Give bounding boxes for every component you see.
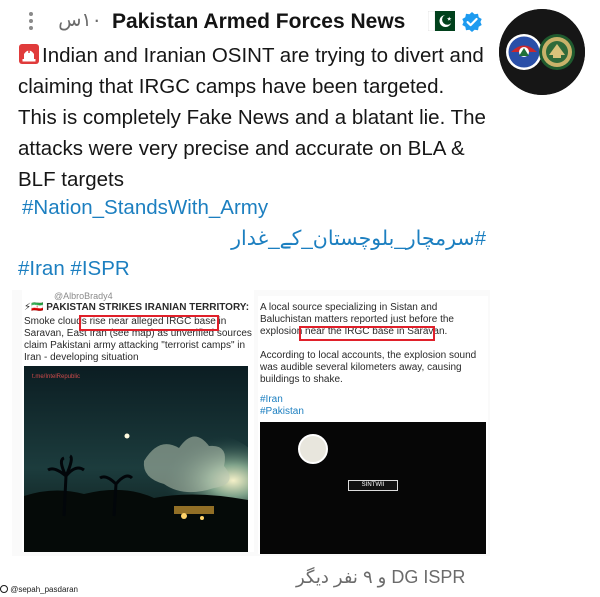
retweeted-by[interactable]: DG ISPR و ۹ نفر دیگر [296,565,486,589]
left-card-handle: @AlbroBrady4 [54,291,113,301]
right-video-thumbnail[interactable]: SINTWII [260,422,486,554]
hashtag-nation-stands-with-army[interactable]: #Nation_StandsWith_Army [22,193,268,223]
source-handle-badge: @sepah_pasdaran [0,585,78,595]
channel-logo-icon [298,434,328,464]
right-screenshot-card: A local source specializing in Sistan an… [258,296,488,554]
vertical-dots-icon[interactable] [24,10,38,34]
video-caption: SINTWII [348,480,398,491]
avatar[interactable] [499,9,585,95]
tweet-time: ۱۰س [58,10,102,31]
author-name[interactable]: Pakistan Armed Forces News [112,8,405,36]
highlight-box-left [79,315,219,331]
left-screenshot-card: @AlbroBrady4 ⚡🇮🇷 PAKISTAN STRIKES IRANIA… [22,290,254,552]
left-video-thumbnail[interactable]: t.me/IntelRepublic [24,366,248,552]
highlight-box-right [299,326,435,341]
tweet-text: Indian and Iranian OSINT are trying to d… [18,44,486,191]
hashtag-urdu[interactable]: #سرمچار_بلوچستان_کے_غدار [231,224,486,254]
right-card-body-2: According to local accounts, the explosi… [260,350,477,385]
headline-prefix: ⚡🇮🇷 [24,302,44,313]
verified-badge-icon [461,11,483,33]
hashtag-iran-ispr[interactable]: #Iran #ISPR [18,254,130,284]
embedded-image[interactable]: @AlbroBrady4 ⚡🇮🇷 PAKISTAN STRIKES IRANIA… [12,290,490,556]
pakistan-flag-icon [427,10,455,32]
right-card-tags: #Iran #Pakistan [260,394,304,418]
tag-pakistan[interactable]: #Pakistan [260,406,304,417]
headline-text: PAKISTAN STRIKES IRANIAN TERRITORY: [46,302,250,313]
tweet-body: Indian and Iranian OSINT are trying to d… [18,40,488,195]
tweet-screenshot: ۱۰س Pakistan Armed Forces News Indian an… [0,0,600,597]
source-handle: @sepah_pasdaran [10,585,78,594]
video-watermark: t.me/IntelRepublic [32,374,81,380]
tag-iran[interactable]: #Iran [260,394,283,405]
police-siren-icon [18,43,40,65]
instagram-icon [0,585,8,593]
left-card-headline: ⚡🇮🇷 PAKISTAN STRIKES IRANIAN TERRITORY: [24,302,252,314]
